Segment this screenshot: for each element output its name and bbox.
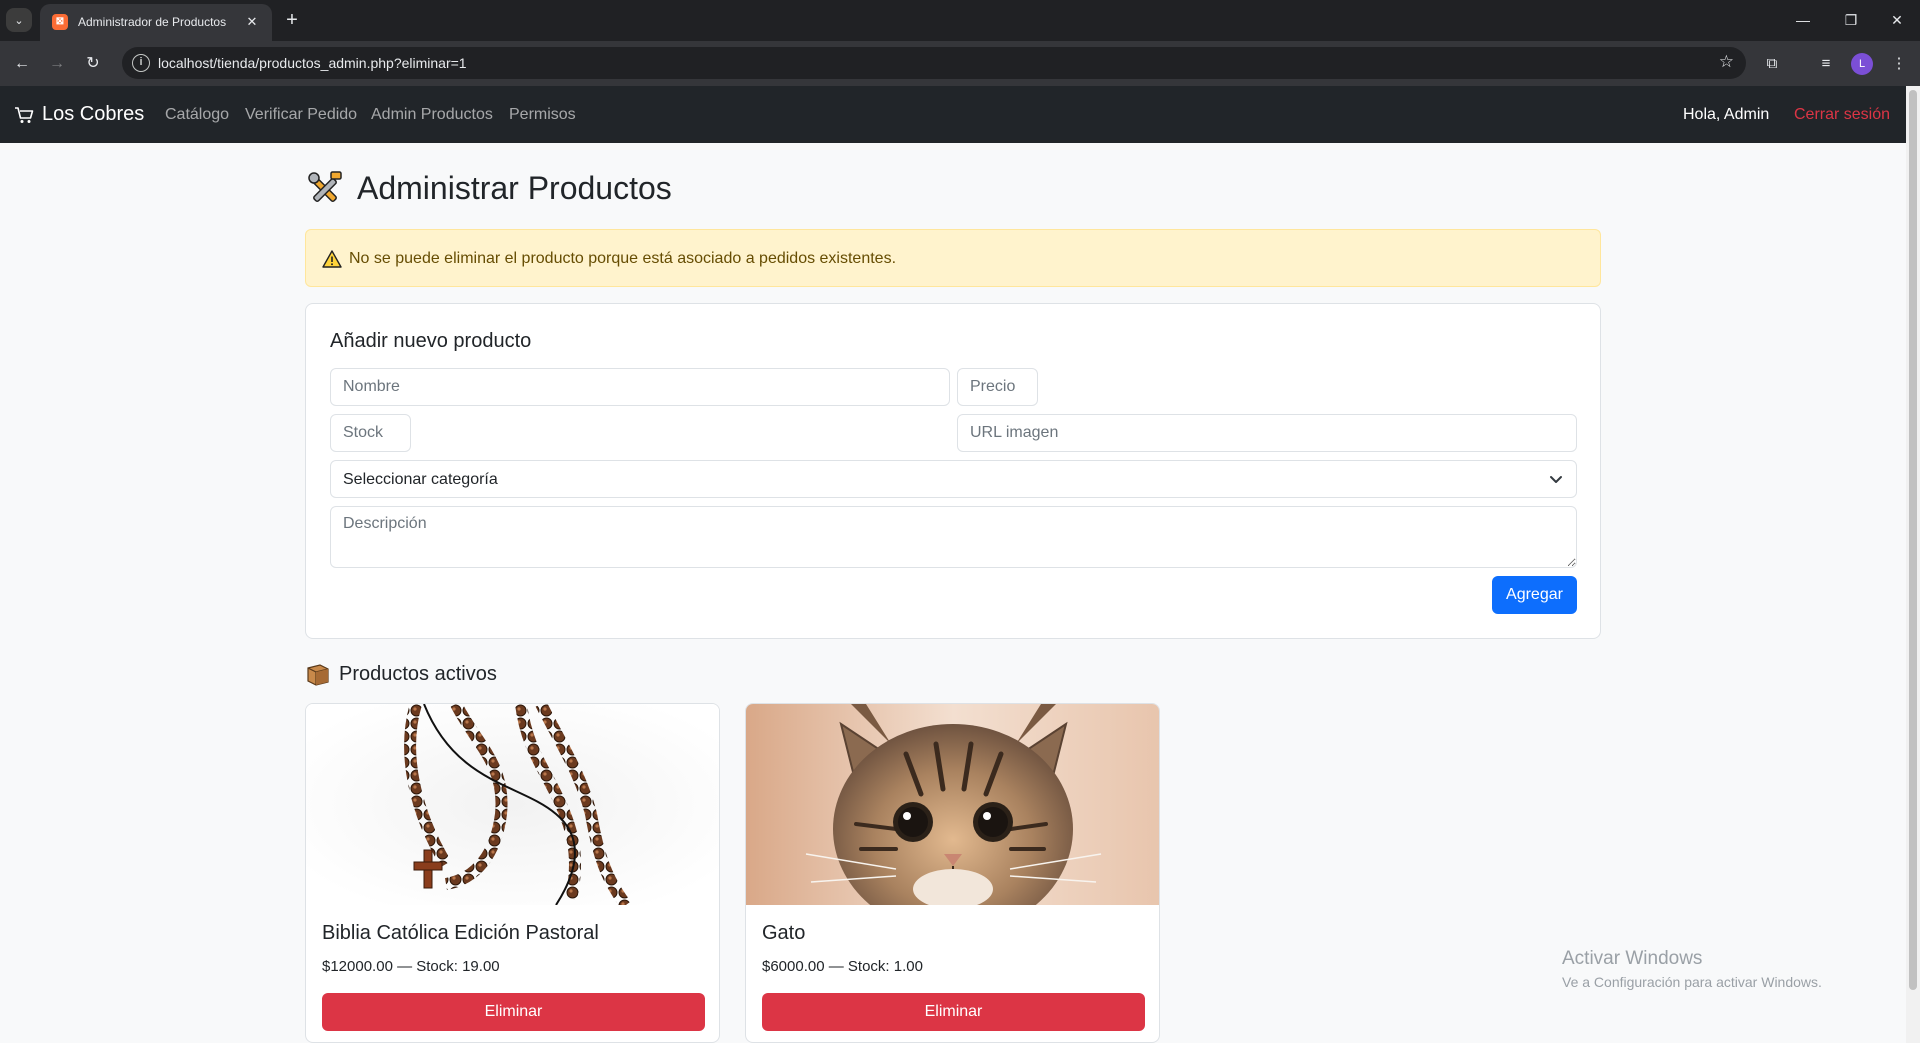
- warning-icon: [322, 250, 342, 268]
- url-text[interactable]: localhost/tienda/productos_admin.php?eli…: [158, 55, 467, 71]
- site-info-icon[interactable]: i: [132, 54, 150, 72]
- brand-link[interactable]: Los Cobres: [14, 103, 144, 126]
- tools-icon: [308, 171, 342, 202]
- rosary-image: [306, 704, 719, 905]
- new-tab-icon[interactable]: +: [280, 9, 304, 33]
- name-input[interactable]: [330, 368, 950, 406]
- nav-link-catalogo[interactable]: Catálogo: [165, 106, 229, 124]
- scrollbar-thumb[interactable]: [1909, 90, 1917, 990]
- products-section-title-text: Productos activos: [339, 662, 497, 685]
- media-controls-icon[interactable]: ≡: [1813, 51, 1839, 77]
- add-product-card: Añadir nuevo producto Seleccionar catego…: [305, 303, 1601, 639]
- menu-icon[interactable]: ⋮: [1886, 51, 1912, 77]
- watermark-title: Activar Windows: [1562, 948, 1703, 969]
- products-section-title: Productos activos: [305, 662, 497, 686]
- price-input[interactable]: [957, 368, 1038, 406]
- product-price-stock: $12000.00 — Stock: 19.00: [322, 958, 500, 975]
- close-window-icon[interactable]: ✕: [1882, 8, 1912, 32]
- delete-product-button[interactable]: Eliminar: [322, 993, 705, 1031]
- product-image: [306, 704, 719, 905]
- category-select[interactable]: Seleccionar categoría: [330, 460, 1577, 498]
- close-tab-icon[interactable]: ✕: [242, 12, 262, 32]
- minimize-icon[interactable]: —: [1788, 8, 1818, 32]
- chevron-down-icon: [1550, 476, 1562, 483]
- package-icon: [307, 664, 329, 686]
- nav-link-verificar-pedido[interactable]: Verificar Pedido: [245, 106, 357, 124]
- stock-input[interactable]: [330, 414, 411, 452]
- delete-product-button[interactable]: Eliminar: [762, 993, 1145, 1031]
- tab-search-button[interactable]: ⌄: [6, 8, 32, 32]
- form-title: Añadir nuevo producto: [330, 330, 532, 352]
- page-title: Administrar Productos: [305, 168, 672, 208]
- product-card: Biblia Católica Edición Pastoral $12000.…: [305, 703, 720, 1043]
- description-textarea[interactable]: [330, 506, 1577, 568]
- windows-activation-watermark: Activar Windows Ve a Configuración para …: [1562, 948, 1822, 990]
- logout-link[interactable]: Cerrar sesión: [1794, 106, 1890, 124]
- add-product-button[interactable]: Agregar: [1492, 576, 1577, 614]
- page-title-text: Administrar Productos: [357, 169, 672, 206]
- nav-link-admin-productos[interactable]: Admin Productos: [371, 106, 493, 124]
- forward-icon[interactable]: →: [44, 51, 70, 77]
- watermark-subtitle: Ve a Configuración para activar Windows.: [1562, 974, 1822, 990]
- product-card: Gato $6000.00 — Stock: 1.00 Eliminar: [745, 703, 1160, 1043]
- nav-link-permisos[interactable]: Permisos: [509, 106, 576, 124]
- address-bar[interactable]: i localhost/tienda/productos_admin.php?e…: [122, 47, 1746, 79]
- browser-toolbar: ← → ↻ i localhost/tienda/productos_admin…: [0, 41, 1920, 86]
- product-name: Biblia Católica Edición Pastoral: [322, 922, 599, 944]
- image-url-input[interactable]: [957, 414, 1577, 452]
- brand-name: Los Cobres: [42, 103, 145, 125]
- favicon-icon: ⊠: [52, 14, 68, 30]
- browser-tab[interactable]: ⊠ Administrador de Productos ✕: [40, 4, 272, 41]
- extensions-icon[interactable]: ⧉: [1759, 51, 1785, 77]
- product-price-stock: $6000.00 — Stock: 1.00: [762, 958, 923, 975]
- browser-tab-bar: ⌄ ⊠ Administrador de Productos ✕ + — ❐ ✕: [0, 0, 1920, 41]
- bookmark-star-icon[interactable]: ☆: [1719, 52, 1734, 72]
- tab-title: Administrador de Productos: [78, 15, 227, 29]
- cat-image: [746, 704, 1159, 905]
- alert-message: No se puede eliminar el producto porque …: [349, 250, 897, 267]
- profile-avatar[interactable]: L: [1851, 53, 1873, 75]
- warning-alert: No se puede eliminar el producto porque …: [305, 229, 1601, 287]
- category-select-value: Seleccionar categoría: [343, 471, 498, 488]
- restore-icon[interactable]: ❐: [1836, 8, 1866, 32]
- cart-icon: [15, 106, 34, 123]
- back-icon[interactable]: ←: [9, 51, 35, 77]
- user-greeting: Hola, Admin: [1683, 106, 1770, 123]
- product-name: Gato: [762, 922, 806, 944]
- reload-icon[interactable]: ↻: [80, 51, 106, 77]
- product-image: [746, 704, 1159, 905]
- site-navbar: Los Cobres Catálogo Verificar Pedido Adm…: [0, 86, 1906, 143]
